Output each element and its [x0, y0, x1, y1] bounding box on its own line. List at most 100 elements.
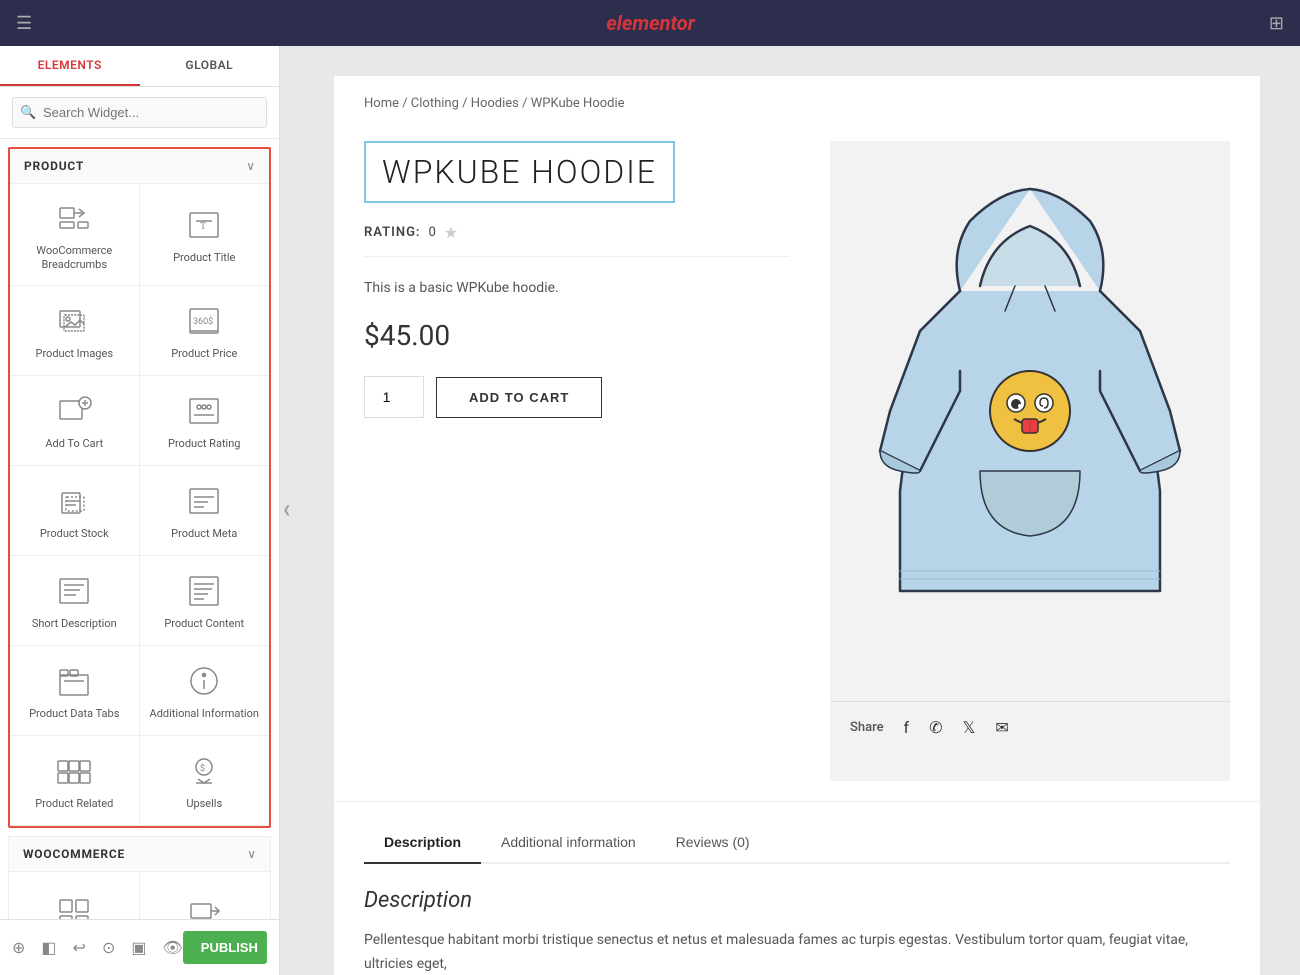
- tab-content-title: Description: [364, 888, 1230, 913]
- tab-elements[interactable]: ELEMENTS: [0, 46, 140, 86]
- product-area: WPKUBE HOODIE RATING: 0 ★ This is a basi…: [334, 121, 1260, 801]
- product-section-header[interactable]: PRODUCT ∨: [10, 149, 269, 184]
- widget-woocommerce-breadcrumbs[interactable]: WooCommerce Breadcrumbs: [10, 184, 140, 286]
- widget-label-content: Product Content: [164, 617, 244, 631]
- tab-description[interactable]: Description: [364, 822, 481, 862]
- product-image-area: Share f ✆ 𝕏 ✉: [830, 141, 1230, 781]
- sidebar-tabs: ELEMENTS GLOBAL: [0, 46, 279, 87]
- star-icon: ★: [444, 223, 458, 242]
- widget-additional-information[interactable]: Additional Information: [140, 646, 270, 736]
- product-rating-icon: [186, 393, 222, 429]
- woo-widget-1[interactable]: [9, 872, 140, 919]
- product-related-icon: [56, 753, 92, 789]
- short-description-icon: [56, 573, 92, 609]
- search-icon: 🔍: [20, 105, 36, 120]
- widget-label-breadcrumbs: WooCommerce Breadcrumbs: [18, 244, 131, 273]
- widget-label-datatabs: Product Data Tabs: [29, 707, 119, 721]
- email-icon[interactable]: ✉: [995, 718, 1008, 737]
- whatsapp-icon[interactable]: ✆: [929, 718, 942, 737]
- undo-icon[interactable]: ↩: [73, 938, 86, 957]
- add-to-cart-button[interactable]: ADD TO CART: [436, 377, 602, 418]
- woocommerce-chevron-icon: ∨: [247, 847, 256, 861]
- product-title-icon: T: [186, 207, 222, 243]
- widget-product-rating[interactable]: Product Rating: [140, 376, 270, 466]
- rating-label: RATING:: [364, 225, 420, 240]
- woo-widget-grid: [8, 872, 271, 919]
- product-actions: ADD TO CART: [364, 376, 790, 418]
- widget-product-images[interactable]: Product Images: [10, 286, 140, 376]
- widget-upsells[interactable]: $ Upsells: [140, 736, 270, 826]
- collapse-handle[interactable]: ❮: [280, 46, 294, 975]
- top-bar: ☰ elementor ⊞: [0, 0, 1300, 46]
- tab-additional-information[interactable]: Additional information: [481, 822, 656, 862]
- widget-label-cart: Add To Cart: [45, 437, 103, 451]
- product-page: Home / Clothing / Hoodies / WPKube Hoodi…: [334, 76, 1260, 975]
- woo-widget-2[interactable]: [140, 872, 271, 919]
- tab-content-text: Pellentesque habitant morbi tristique se…: [364, 929, 1230, 975]
- sidebar-content: PRODUCT ∨: [0, 139, 279, 919]
- share-bar: Share f ✆ 𝕏 ✉: [830, 701, 1230, 753]
- main-content: Home / Clothing / Hoodies / WPKube Hoodi…: [294, 46, 1300, 975]
- main-layout: ELEMENTS GLOBAL 🔍 PRODUCT ∨: [0, 46, 1300, 975]
- woocommerce-section-header[interactable]: WOOCOMMERCE ∨: [8, 836, 271, 872]
- widget-label-rating: Product Rating: [168, 437, 240, 451]
- grid-icon[interactable]: ⊞: [1269, 13, 1284, 34]
- publish-label: PUBLISH: [183, 931, 267, 964]
- add-to-cart-icon: [56, 393, 92, 429]
- tab-global[interactable]: GLOBAL: [140, 46, 280, 86]
- collapse-icon: ❮: [283, 505, 291, 516]
- chevron-down-icon: ∨: [246, 159, 255, 173]
- widget-label-related: Product Related: [35, 797, 113, 811]
- product-stock-icon: [56, 483, 92, 519]
- widget-label-images: Product Images: [36, 347, 114, 361]
- quantity-input[interactable]: [364, 376, 424, 418]
- product-images-icon: [56, 303, 92, 339]
- woo-grid-icon: [56, 896, 92, 919]
- additional-info-icon: [186, 663, 222, 699]
- hamburger-icon[interactable]: ☰: [16, 13, 32, 34]
- widget-product-price[interactable]: 360$ Product Price: [140, 286, 270, 376]
- settings-icon[interactable]: ⊕: [12, 938, 25, 957]
- product-section-title: PRODUCT: [24, 159, 84, 173]
- product-price-icon: 360$: [186, 303, 222, 339]
- search-input[interactable]: [12, 97, 267, 128]
- publish-button[interactable]: PUBLISH ▲: [183, 931, 267, 964]
- history-icon[interactable]: ⊙: [102, 938, 115, 957]
- widget-product-content[interactable]: Product Content: [140, 556, 270, 646]
- hoodie-svg: [870, 171, 1190, 671]
- product-section: PRODUCT ∨: [8, 147, 271, 828]
- widget-add-to-cart[interactable]: Add To Cart: [10, 376, 140, 466]
- widget-product-data-tabs[interactable]: Product Data Tabs: [10, 646, 140, 736]
- widget-product-meta[interactable]: Product Meta: [140, 466, 270, 556]
- layers-icon[interactable]: ◧: [41, 938, 56, 957]
- responsive-icon[interactable]: ▣: [131, 938, 146, 957]
- widget-short-description[interactable]: Short Description: [10, 556, 140, 646]
- widget-label-stock: Product Stock: [40, 527, 109, 541]
- product-details: WPKUBE HOODIE RATING: 0 ★ This is a basi…: [364, 141, 790, 781]
- widget-product-related[interactable]: Product Related: [10, 736, 140, 826]
- product-description: This is a basic WPKube hoodie.: [364, 277, 790, 299]
- product-title-box: WPKUBE HOODIE: [364, 141, 675, 203]
- product-rating: RATING: 0 ★: [364, 223, 790, 257]
- breadcrumb: Home / Clothing / Hoodies / WPKube Hoodi…: [334, 76, 1260, 121]
- app-logo: elementor: [606, 11, 695, 35]
- woo-arrow-icon: [187, 896, 223, 919]
- share-label: Share: [850, 720, 884, 735]
- widget-label-price: Product Price: [171, 347, 237, 361]
- sidebar-bottom: ⊕ ◧ ↩ ⊙ ▣ 👁 PUBLISH ▲: [0, 919, 279, 975]
- sidebar-search-wrapper: 🔍: [0, 87, 279, 139]
- widget-grid: WooCommerce Breadcrumbs T Product Title: [10, 184, 269, 826]
- twitter-icon[interactable]: 𝕏: [963, 718, 976, 737]
- svg-text:T: T: [200, 221, 206, 232]
- eye-icon[interactable]: 👁: [162, 938, 182, 957]
- facebook-icon[interactable]: f: [904, 718, 910, 737]
- svg-text:$: $: [200, 763, 205, 774]
- widget-product-stock[interactable]: Product Stock: [10, 466, 140, 556]
- sidebar: ELEMENTS GLOBAL 🔍 PRODUCT ∨: [0, 46, 280, 975]
- tab-reviews[interactable]: Reviews (0): [656, 822, 770, 862]
- widget-product-title[interactable]: T Product Title: [140, 184, 270, 286]
- rating-value: 0: [428, 225, 435, 240]
- product-tabs-section: Description Additional information Revie…: [334, 801, 1260, 975]
- product-image: [830, 141, 1230, 701]
- product-content-icon: [186, 573, 222, 609]
